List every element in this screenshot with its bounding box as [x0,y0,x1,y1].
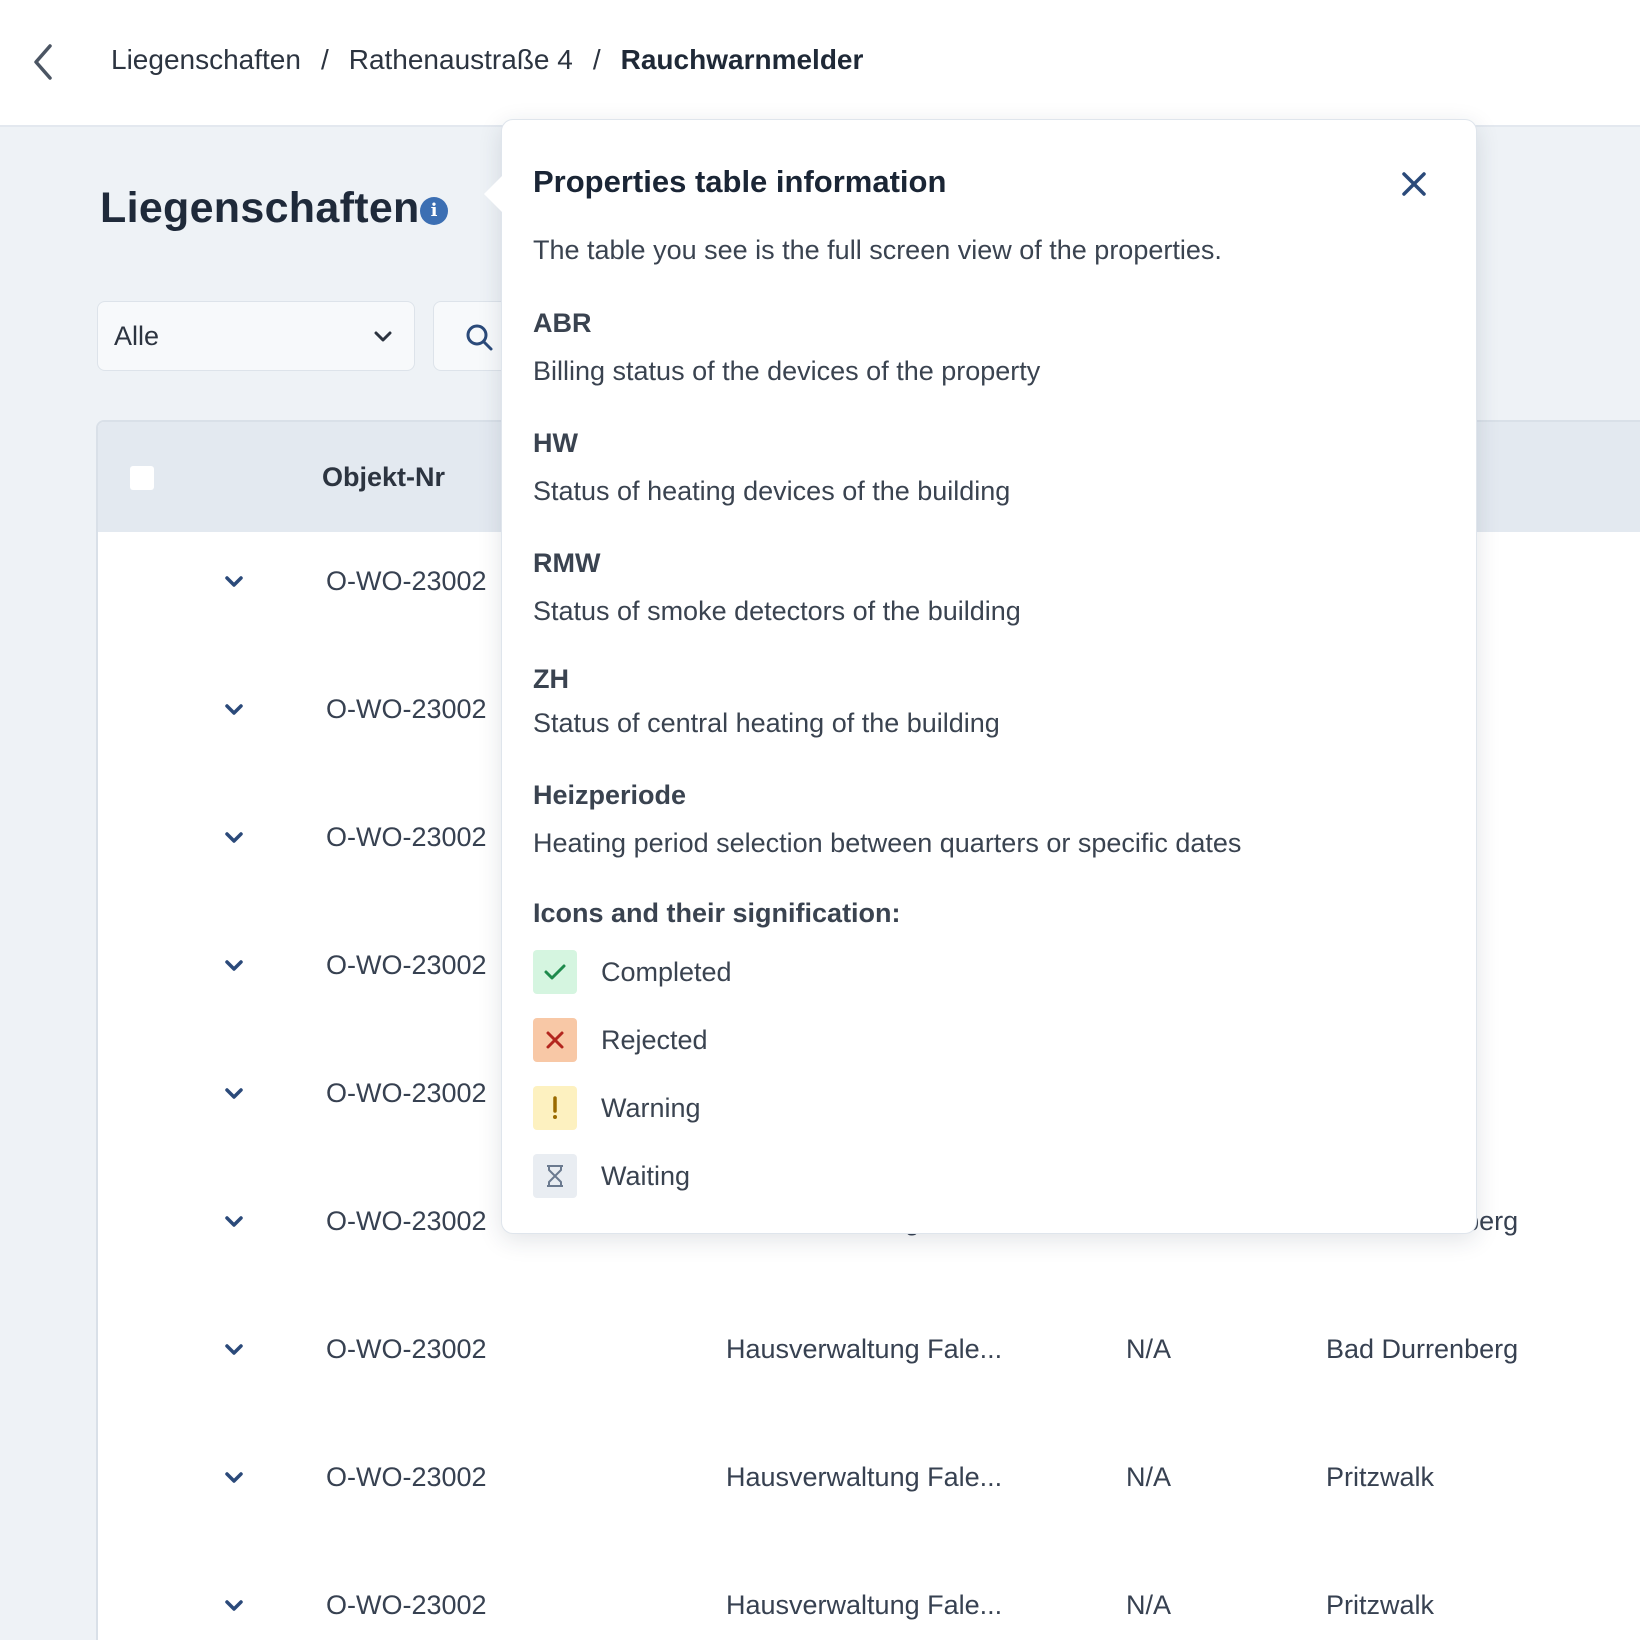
cell-status: N/A [1126,1334,1172,1364]
chevron-down-icon [225,1472,243,1483]
cell-status: N/A [1126,1462,1172,1492]
select-all-checkbox[interactable] [130,466,154,490]
term-rmw: RMW [533,548,601,578]
chevron-down-icon [225,1600,243,1611]
legend-label: Waiting [601,1160,691,1191]
term-heizperiode: Heizperiode [533,780,687,810]
term-zh-description: Status of central heating of the buildin… [533,708,1000,738]
chevron-down-icon [225,1344,243,1355]
waiting-badge [533,1154,577,1198]
legend-title: Icons and their signification: [533,898,901,928]
expand-row-button[interactable] [218,950,250,982]
status-filter-select[interactable]: Alle [97,301,415,371]
chevron-left-icon [34,44,52,80]
rejected-badge [533,1018,577,1062]
legend-label: Completed [601,956,732,987]
legend-item-warning: Warning [533,1086,701,1130]
cell-status: N/A [1126,1590,1172,1620]
expand-row-button[interactable] [218,822,250,854]
cell-objekt-nr: O-WO-23002 [326,694,487,724]
back-button[interactable] [26,40,62,84]
legend-item-rejected: Rejected [533,1018,708,1062]
popover-caret [484,176,502,212]
cell-objekt-nr: O-WO-23002 [326,1590,487,1620]
expand-row-button[interactable] [218,1206,250,1238]
expand-row-button[interactable] [218,694,250,726]
chevron-down-icon [225,704,243,715]
popover-title: Properties table information [533,164,947,199]
chevron-down-icon [225,576,243,587]
term-abr-description: Billing status of the devices of the pro… [533,356,1041,386]
expand-row-button[interactable] [218,1334,250,1366]
search-icon [466,324,493,351]
cell-verwalter: Hausverwaltung Fale... [726,1590,1003,1620]
x-icon [546,1031,564,1049]
top-bar: Liegenschaften / Rathenaustraße 4 / Rauc… [0,0,1640,127]
chevron-down-icon [225,1216,243,1227]
info-icon[interactable]: i [420,197,448,225]
cell-verwalter: Hausverwaltung Fale... [726,1334,1003,1364]
breadcrumb: Liegenschaften / Rathenaustraße 4 / Rauc… [111,44,863,76]
term-hw-description: Status of heating devices of the buildin… [533,476,1011,506]
expand-row-button[interactable] [218,566,250,598]
breadcrumb-separator: / [320,44,329,75]
legend-label: Rejected [601,1024,708,1055]
hourglass-icon [547,1165,563,1187]
cell-objekt-nr: O-WO-23002 [326,1206,487,1236]
expand-row-button[interactable] [218,1078,250,1110]
legend-item-waiting: Waiting [533,1154,690,1198]
column-header-objekt-nr[interactable]: Objekt-Nr [322,462,445,493]
term-rmw-description: Status of smoke detectors of the buildin… [533,596,1021,626]
info-popover: Properties table information The table y… [484,119,1477,1234]
chevron-down-icon [374,331,392,342]
table-row[interactable]: O-WO-23002 Hausverwaltung Fale... N/A Pritz… [98,1462,1640,1590]
cell-objekt-nr: O-WO-23002 [326,1334,487,1364]
cell-objekt-nr: O-WO-23002 [326,1078,487,1108]
term-zh: ZH [533,664,569,694]
term-abr: ABR [533,308,592,338]
check-icon [544,964,566,980]
cell-objekt-nr: O-WO-23002 [326,950,487,980]
cell-objekt-nr: O-WO-23002 [326,822,487,852]
legend-label: Warning [601,1092,701,1123]
completed-badge [533,950,577,994]
term-hw: HW [533,428,578,458]
page-title: Liegenschaften [100,184,420,232]
breadcrumb-current: Rauchwarnmelder [620,44,864,75]
expand-row-button[interactable] [218,1462,250,1494]
cell-city: Bad Durrenberg [1326,1334,1519,1364]
expand-row-button[interactable] [218,1590,250,1622]
table-row[interactable]: O-WO-23002 Hausverwaltung Fale... N/A Pritz… [98,1590,1640,1640]
exclamation-icon [553,1096,557,1119]
close-icon [1402,172,1426,196]
chevron-down-icon [225,832,243,843]
cell-city: Pritzwalk [1326,1462,1435,1492]
breadcrumb-item-address[interactable]: Rathenaustraße 4 [349,44,573,76]
legend-item-completed: Completed [533,950,732,994]
chevron-down-icon [225,960,243,971]
warning-badge [533,1086,577,1130]
table-row[interactable]: O-WO-23002 Hausverwaltung Fale... N/A Bad D… [98,1334,1640,1462]
close-button[interactable] [1400,170,1428,198]
cell-objekt-nr: O-WO-23002 [326,566,487,596]
chevron-down-icon [225,1088,243,1099]
popover-intro: The table you see is the full screen vie… [533,235,1222,265]
select-value: Alle [114,320,160,351]
breadcrumb-separator: / [592,44,601,75]
term-heizperiode-description: Heating period selection between quarter… [533,828,1242,858]
cell-objekt-nr: O-WO-23002 [326,1462,487,1492]
breadcrumb-item-liegenschaften[interactable]: Liegenschaften [111,44,301,76]
cell-city: Pritzwalk [1326,1590,1435,1620]
cell-verwalter: Hausverwaltung Fale... [726,1462,1003,1492]
